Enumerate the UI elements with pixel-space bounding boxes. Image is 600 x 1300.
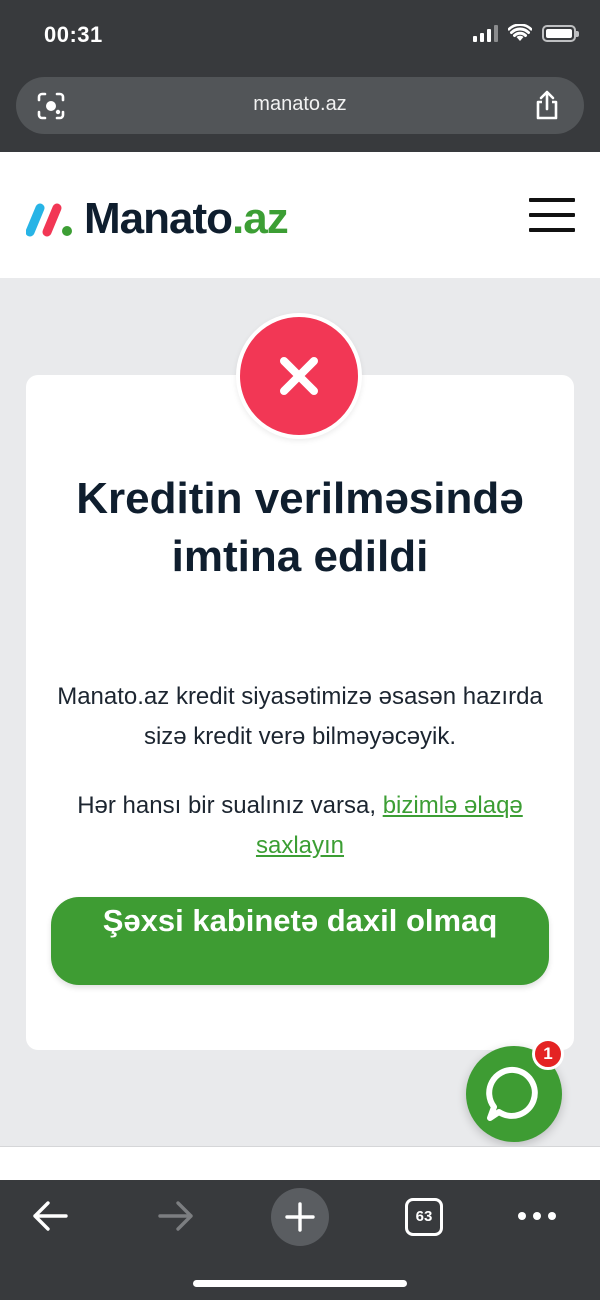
logo-text: Manato.az xyxy=(84,194,289,244)
contact-text: Hər hansı bir sualınız varsa, bizimlə əl… xyxy=(26,786,574,866)
forward-arrow-icon[interactable] xyxy=(156,1198,196,1234)
back-arrow-icon[interactable] xyxy=(30,1198,70,1234)
logo-mark-icon xyxy=(26,203,72,237)
contact-prefix: Hər hansı bir sualınız varsa, xyxy=(77,792,383,819)
share-icon[interactable] xyxy=(532,89,562,121)
tabs-button[interactable]: 63 xyxy=(405,1198,443,1236)
hamburger-menu-icon[interactable] xyxy=(529,198,575,232)
battery-icon xyxy=(542,24,579,42)
page-footer-edge xyxy=(0,1146,600,1180)
site-header: Manato.az xyxy=(0,152,600,278)
personal-cabinet-button[interactable]: Şəxsi kabinetə daxil olmaq xyxy=(51,897,549,985)
cellular-signal-icon xyxy=(473,24,498,42)
close-x-icon xyxy=(280,357,318,395)
new-tab-button[interactable] xyxy=(271,1188,329,1246)
chat-notification-badge: 1 xyxy=(532,1038,564,1070)
status-time: 00:31 xyxy=(44,22,103,47)
plus-icon xyxy=(285,1202,315,1232)
rejection-card: Kreditin verilməsində imtina edildi Mana… xyxy=(26,375,574,1050)
more-dots-icon[interactable] xyxy=(517,1210,557,1222)
wifi-icon xyxy=(508,24,532,41)
error-status-badge xyxy=(236,313,362,439)
status-icons xyxy=(473,24,579,42)
chat-bubble-icon xyxy=(486,1066,538,1121)
url-text[interactable]: manato.az xyxy=(16,93,584,116)
logo-name: Manato xyxy=(84,194,233,243)
address-bar[interactable]: manato.az xyxy=(16,77,584,134)
logo-tld: .az xyxy=(232,194,289,243)
rejection-message: Manato.az kredit siyasətimizə əsasən haz… xyxy=(57,683,543,750)
site-logo[interactable]: Manato.az xyxy=(26,194,289,244)
browser-top-bar: 00:31 manato.az xyxy=(0,0,600,152)
home-indicator xyxy=(193,1280,407,1287)
page-title: Kreditin verilməsində imtina edildi xyxy=(76,474,524,581)
browser-bottom-toolbar: 63 xyxy=(0,1180,600,1300)
